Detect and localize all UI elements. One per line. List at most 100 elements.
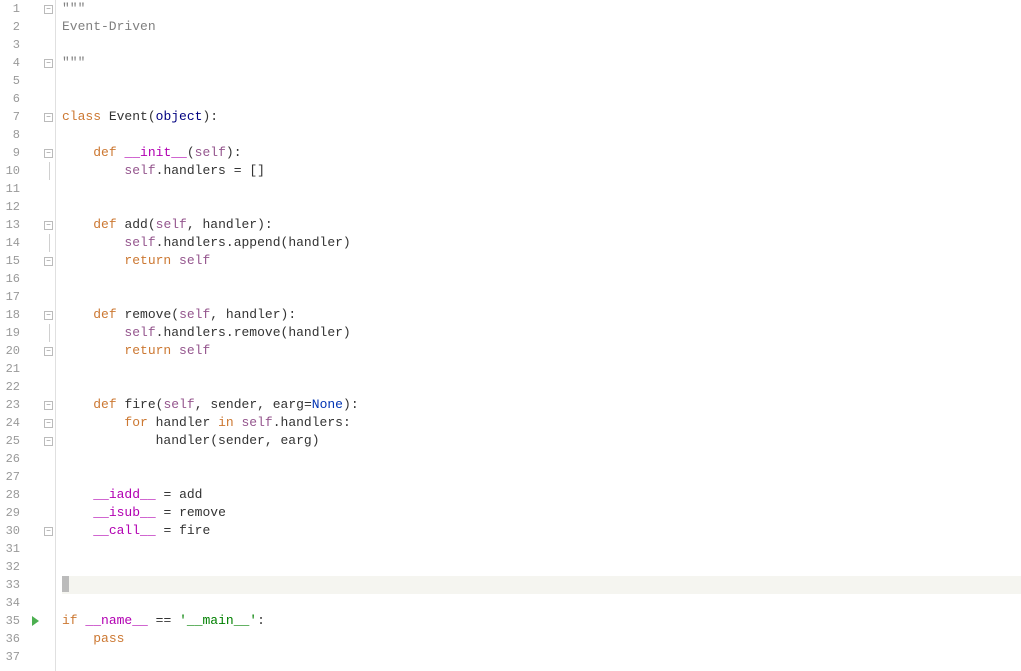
line-number[interactable]: 3 bbox=[0, 36, 20, 54]
run-gutter-cell[interactable] bbox=[28, 450, 42, 468]
code-line[interactable] bbox=[62, 558, 1021, 576]
run-gutter-cell[interactable] bbox=[28, 162, 42, 180]
fold-gutter-cell[interactable] bbox=[42, 162, 55, 180]
run-gutter-cell[interactable] bbox=[28, 270, 42, 288]
fold-end-icon[interactable]: − bbox=[44, 527, 53, 536]
code-line[interactable] bbox=[62, 180, 1021, 198]
line-number[interactable]: 32 bbox=[0, 558, 20, 576]
line-number[interactable]: 27 bbox=[0, 468, 20, 486]
code-line[interactable]: """ bbox=[62, 54, 1021, 72]
fold-collapse-icon[interactable]: − bbox=[44, 419, 53, 428]
run-gutter-cell[interactable] bbox=[28, 594, 42, 612]
fold-collapse-icon[interactable]: − bbox=[44, 401, 53, 410]
fold-gutter-cell[interactable]: − bbox=[42, 216, 55, 234]
code-line[interactable]: def fire(self, sender, earg=None): bbox=[62, 396, 1021, 414]
fold-gutter-cell[interactable]: − bbox=[42, 252, 55, 270]
fold-end-icon[interactable]: − bbox=[44, 437, 53, 446]
fold-gutter-cell[interactable] bbox=[42, 36, 55, 54]
line-number[interactable]: 17 bbox=[0, 288, 20, 306]
run-gutter-cell[interactable] bbox=[28, 216, 42, 234]
run-gutter-cell[interactable] bbox=[28, 576, 42, 594]
line-number[interactable]: 35 bbox=[0, 612, 20, 630]
run-gutter-cell[interactable] bbox=[28, 324, 42, 342]
code-line[interactable]: def add(self, handler): bbox=[62, 216, 1021, 234]
line-number[interactable]: 37 bbox=[0, 648, 20, 666]
code-line[interactable]: self.handlers.append(handler) bbox=[62, 234, 1021, 252]
run-gutter-cell[interactable] bbox=[28, 288, 42, 306]
code-line[interactable]: __iadd__ = add bbox=[62, 486, 1021, 504]
line-number[interactable]: 36 bbox=[0, 630, 20, 648]
code-line[interactable]: __isub__ = remove bbox=[62, 504, 1021, 522]
fold-end-icon[interactable]: − bbox=[44, 347, 53, 356]
code-line[interactable] bbox=[62, 288, 1021, 306]
fold-gutter-cell[interactable] bbox=[42, 324, 55, 342]
fold-gutter-cell[interactable]: − bbox=[42, 306, 55, 324]
code-line[interactable]: pass bbox=[62, 630, 1021, 648]
line-number-gutter[interactable]: 1234567891011121314151617181920212223242… bbox=[0, 0, 28, 671]
line-number[interactable]: 22 bbox=[0, 378, 20, 396]
run-gutter-cell[interactable] bbox=[28, 360, 42, 378]
run-gutter-cell[interactable] bbox=[28, 0, 42, 18]
run-gutter-cell[interactable] bbox=[28, 504, 42, 522]
fold-gutter-cell[interactable] bbox=[42, 594, 55, 612]
fold-gutter-cell[interactable] bbox=[42, 270, 55, 288]
run-gutter[interactable] bbox=[28, 0, 42, 671]
code-line[interactable]: if __name__ == '__main__': bbox=[62, 612, 1021, 630]
line-number[interactable]: 1 bbox=[0, 0, 20, 18]
code-line[interactable] bbox=[62, 378, 1021, 396]
fold-gutter-cell[interactable] bbox=[42, 180, 55, 198]
run-gutter-cell[interactable] bbox=[28, 378, 42, 396]
fold-gutter-cell[interactable] bbox=[42, 558, 55, 576]
run-icon[interactable] bbox=[32, 616, 39, 626]
code-line[interactable]: self.handlers.remove(handler) bbox=[62, 324, 1021, 342]
fold-gutter-cell[interactable] bbox=[42, 486, 55, 504]
run-gutter-cell[interactable] bbox=[28, 342, 42, 360]
fold-collapse-icon[interactable]: − bbox=[44, 113, 53, 122]
code-line[interactable]: def __init__(self): bbox=[62, 144, 1021, 162]
line-number[interactable]: 16 bbox=[0, 270, 20, 288]
code-line[interactable]: return self bbox=[62, 342, 1021, 360]
line-number[interactable]: 34 bbox=[0, 594, 20, 612]
line-number[interactable]: 11 bbox=[0, 180, 20, 198]
line-number[interactable]: 14 bbox=[0, 234, 20, 252]
fold-gutter-cell[interactable]: − bbox=[42, 144, 55, 162]
line-number[interactable]: 24 bbox=[0, 414, 20, 432]
code-line[interactable] bbox=[62, 270, 1021, 288]
run-gutter-cell[interactable] bbox=[28, 396, 42, 414]
code-line[interactable]: self.handlers = [] bbox=[62, 162, 1021, 180]
line-number[interactable]: 26 bbox=[0, 450, 20, 468]
fold-collapse-icon[interactable]: − bbox=[44, 311, 53, 320]
run-gutter-cell[interactable] bbox=[28, 486, 42, 504]
fold-gutter-cell[interactable] bbox=[42, 360, 55, 378]
fold-gutter-cell[interactable]: − bbox=[42, 432, 55, 450]
fold-gutter-cell[interactable] bbox=[42, 630, 55, 648]
line-number[interactable]: 21 bbox=[0, 360, 20, 378]
code-line[interactable] bbox=[62, 360, 1021, 378]
line-number[interactable]: 30 bbox=[0, 522, 20, 540]
fold-gutter-cell[interactable] bbox=[42, 126, 55, 144]
run-gutter-cell[interactable] bbox=[28, 36, 42, 54]
line-number[interactable]: 25 bbox=[0, 432, 20, 450]
line-number[interactable]: 7 bbox=[0, 108, 20, 126]
line-number[interactable]: 13 bbox=[0, 216, 20, 234]
fold-gutter-cell[interactable] bbox=[42, 576, 55, 594]
run-gutter-cell[interactable] bbox=[28, 468, 42, 486]
fold-gutter-cell[interactable] bbox=[42, 198, 55, 216]
code-line[interactable]: class Event(object): bbox=[62, 108, 1021, 126]
fold-gutter-cell[interactable] bbox=[42, 450, 55, 468]
fold-end-icon[interactable]: − bbox=[44, 257, 53, 266]
run-gutter-cell[interactable] bbox=[28, 234, 42, 252]
code-line[interactable] bbox=[62, 576, 1021, 594]
line-number[interactable]: 19 bbox=[0, 324, 20, 342]
line-number[interactable]: 33 bbox=[0, 576, 20, 594]
code-line[interactable]: Event-Driven bbox=[62, 18, 1021, 36]
fold-gutter-cell[interactable]: − bbox=[42, 108, 55, 126]
fold-gutter-cell[interactable] bbox=[42, 468, 55, 486]
run-gutter-cell[interactable] bbox=[28, 558, 42, 576]
fold-collapse-icon[interactable]: − bbox=[44, 59, 53, 68]
run-gutter-cell[interactable] bbox=[28, 648, 42, 666]
code-line[interactable] bbox=[62, 450, 1021, 468]
line-number[interactable]: 9 bbox=[0, 144, 20, 162]
code-line[interactable]: for handler in self.handlers: bbox=[62, 414, 1021, 432]
line-number[interactable]: 12 bbox=[0, 198, 20, 216]
